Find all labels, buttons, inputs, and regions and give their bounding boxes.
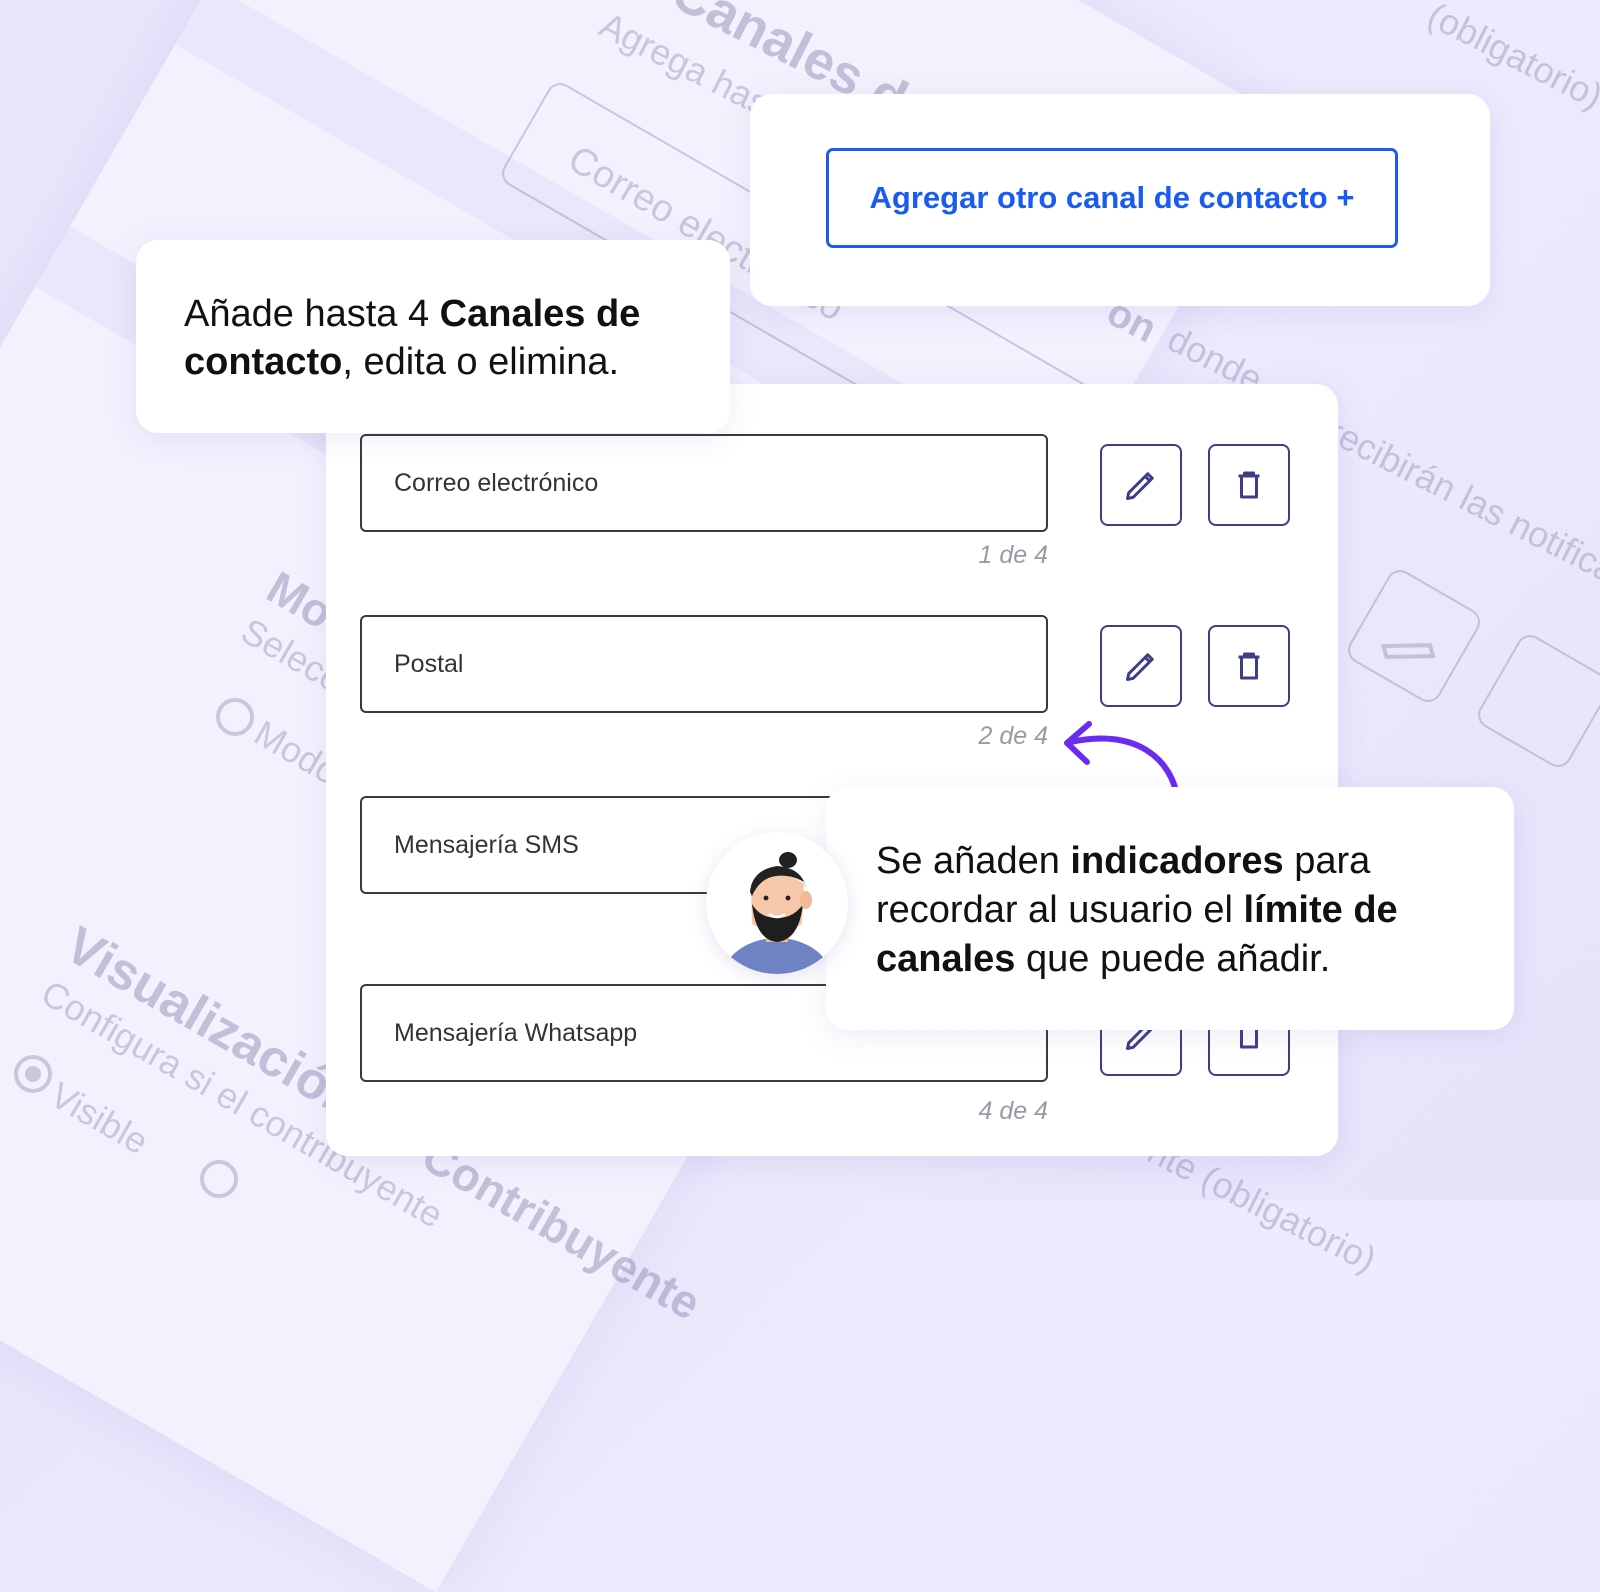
bg-mode-radio xyxy=(216,698,254,736)
bg-hidden-radio xyxy=(200,1160,238,1198)
channel-counter: 2 de 4 xyxy=(978,722,1048,750)
avatar xyxy=(706,832,848,974)
channel-field-label: Mensajería SMS xyxy=(394,830,579,859)
intro-note-card: Añade hasta 4 Canales de contacto, edita… xyxy=(136,240,730,433)
delete-button[interactable] xyxy=(1208,625,1290,707)
trash-icon xyxy=(1238,471,1260,499)
bg-visible-option: Visible xyxy=(43,1074,156,1163)
edit-button[interactable] xyxy=(1100,625,1182,707)
intro-note-text: Añade hasta 4 Canales de contacto, edita… xyxy=(184,293,641,383)
trash-icon xyxy=(1238,652,1260,680)
bg-visible-radio xyxy=(14,1055,52,1093)
delete-button[interactable] xyxy=(1208,444,1290,526)
channel-field-label: Correo electrónico xyxy=(394,468,599,497)
tip-text: Se añaden indicadores para recordar al u… xyxy=(876,840,1398,980)
add-channel-card: Agregar otro canal de contacto + xyxy=(750,94,1490,306)
tip-card: Se añaden indicadores para recordar al u… xyxy=(826,787,1514,1030)
channel-field-postal[interactable]: Postal xyxy=(360,615,1048,713)
bg-delete-button xyxy=(1473,630,1600,773)
channel-field-email[interactable]: Correo electrónico xyxy=(360,434,1048,532)
channel-field-label: Postal xyxy=(394,649,464,678)
add-channel-button[interactable]: Agregar otro canal de contacto + xyxy=(826,148,1398,248)
edit-button[interactable] xyxy=(1100,444,1182,526)
channel-field-label: Mensajería Whatsapp xyxy=(394,1018,638,1047)
channel-counter: 4 de 4 xyxy=(978,1097,1048,1125)
pencil-icon xyxy=(1126,653,1154,681)
channel-counter: 1 de 4 xyxy=(978,541,1048,569)
pencil-icon xyxy=(1126,472,1154,500)
